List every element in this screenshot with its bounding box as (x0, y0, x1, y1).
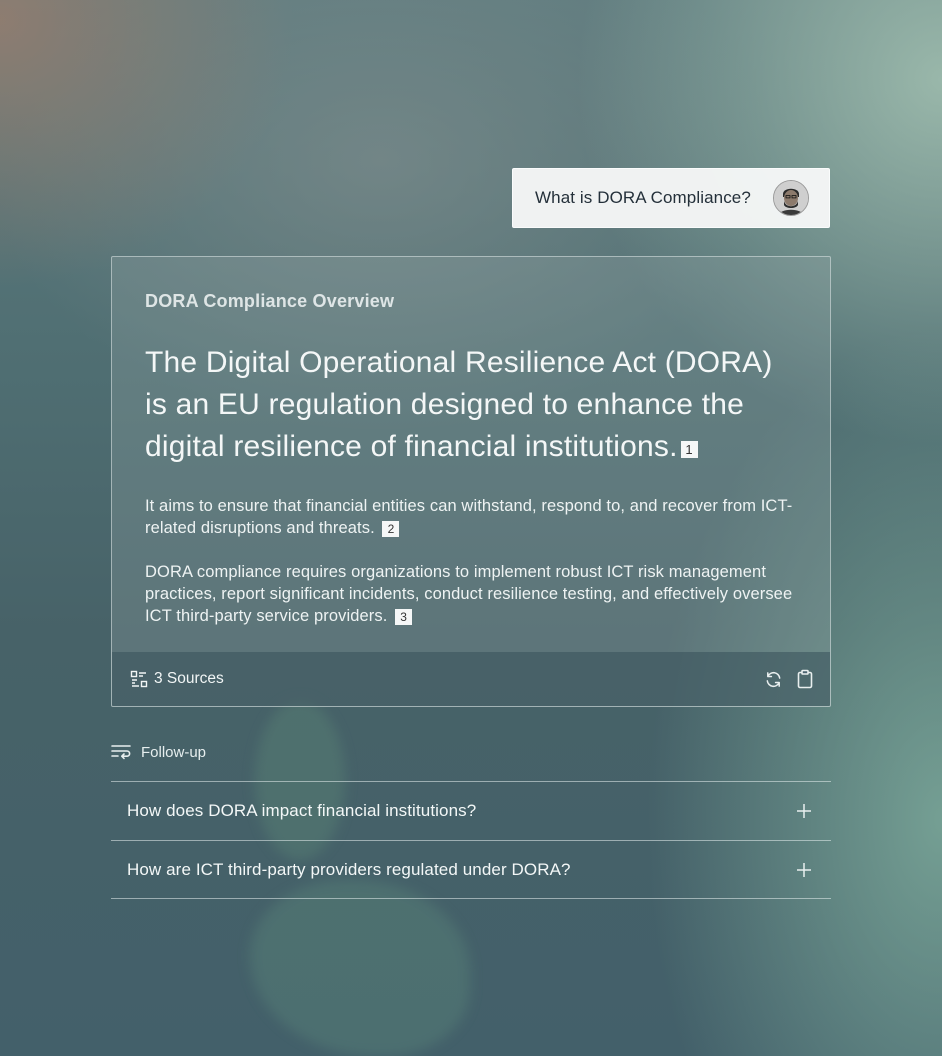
citation-badge[interactable]: 2 (382, 520, 400, 537)
background-shape (250, 880, 470, 1056)
follow-up-question: How are ICT third-party providers regula… (127, 859, 571, 879)
sources-label: 3 Sources (154, 670, 224, 687)
follow-up-question: How does DORA impact financial instituti… (127, 801, 477, 820)
follow-up-header: Follow-up (111, 742, 206, 762)
answer-paragraph: It aims to ensure that financial entitie… (145, 495, 797, 539)
answer-body: DORA Compliance Overview The Digital Ope… (112, 257, 830, 627)
follow-up-list: How does DORA impact financial instituti… (111, 781, 831, 899)
refresh-icon[interactable] (763, 669, 783, 689)
follow-up-label: Follow-up (141, 743, 207, 761)
citation-badge[interactable]: 1 (680, 441, 698, 458)
clipboard-icon[interactable] (795, 669, 815, 689)
answer-footer: 3 Sources (112, 652, 830, 706)
answer-headline-text: The Digital Operational Resilience Act (… (145, 346, 773, 463)
answer-paragraph-text: DORA compliance requires organizations t… (145, 563, 793, 625)
answer-paragraph-text: It aims to ensure that financial entitie… (145, 497, 793, 537)
user-question-text: What is DORA Compliance? (535, 188, 751, 207)
citation-badge[interactable]: 3 (395, 608, 413, 625)
sources-icon (129, 669, 149, 689)
plus-icon[interactable] (794, 860, 814, 880)
user-question-bubble: What is DORA Compliance? (512, 168, 830, 228)
follow-up-item[interactable]: How does DORA impact financial instituti… (111, 781, 831, 840)
follow-up-item[interactable]: How are ICT third-party providers regula… (111, 840, 831, 899)
user-avatar[interactable] (773, 180, 809, 216)
follow-up-icon (111, 742, 131, 762)
answer-paragraph: DORA compliance requires organizations t… (145, 561, 797, 627)
answer-actions (763, 669, 815, 689)
plus-icon[interactable] (794, 801, 814, 821)
answer-card: DORA Compliance Overview The Digital Ope… (111, 256, 831, 707)
answer-headline: The Digital Operational Resilience Act (… (145, 342, 797, 468)
answer-title: DORA Compliance Overview (145, 291, 395, 311)
sources-button[interactable]: 3 Sources (129, 669, 224, 689)
